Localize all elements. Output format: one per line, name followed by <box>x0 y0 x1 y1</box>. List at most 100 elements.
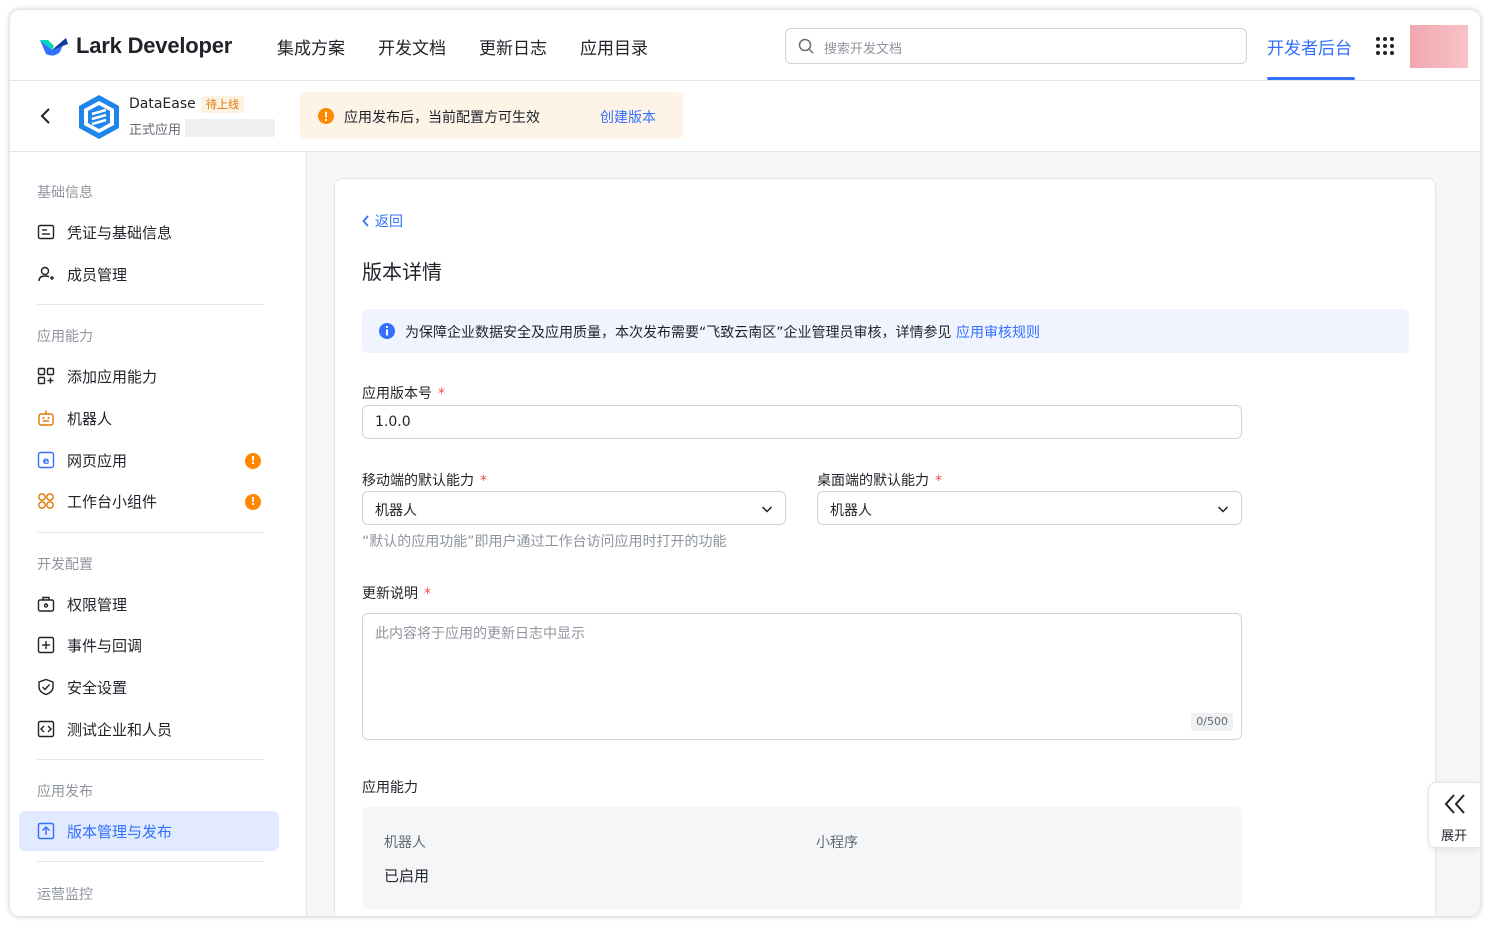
default-capability-hint: “默认的应用功能”即用户通过工作台访问应用时打开的功能 <box>362 534 727 550</box>
desktop-default-label: 桌面端的默认能力 * <box>817 473 942 489</box>
sidebar-divider <box>37 861 263 862</box>
capability-status: 已启用 <box>384 867 430 885</box>
back-label: 返回 <box>375 214 403 230</box>
user-avatar[interactable] <box>1410 25 1468 68</box>
back-link[interactable]: 返回 <box>362 211 403 231</box>
sidebar-item-label: 成员管理 <box>67 266 128 284</box>
upload-icon <box>37 822 55 840</box>
capability-name: 小程序 <box>816 835 858 851</box>
sidebar-item-members[interactable]: 成员管理 <box>19 254 279 294</box>
app-header: DataEase 待上线 正式应用 应用发布后，当前配置方可生效 创建版本 <box>10 81 1480 223</box>
sidebar-item-events[interactable]: 事件与回调 <box>19 625 279 665</box>
notice-text: 应用发布后，当前配置方可生效 <box>344 110 540 126</box>
release-notes-textarea[interactable]: 此内容将于应用的更新日志中显示 0/500 <box>362 613 1242 740</box>
app-type: 正式应用 <box>129 123 182 138</box>
sidebar-item-label: 凭证与基础信息 <box>67 224 173 242</box>
sidebar-divider <box>37 759 263 760</box>
chevron-left-icon <box>362 215 369 227</box>
sidebar-item-test-users[interactable]: 测试企业和人员 <box>19 709 279 749</box>
search-input[interactable]: 搜索开发文档 <box>785 28 1247 64</box>
desktop-default-select[interactable]: 机器人 <box>817 491 1242 525</box>
apps-grid-icon[interactable] <box>1375 36 1395 56</box>
redacted-app-id <box>185 119 275 137</box>
web-app-icon: e <box>37 451 55 469</box>
char-counter: 0/500 <box>1191 713 1233 731</box>
sidebar-section-monitoring: 运营监控 <box>37 887 93 903</box>
nav-solutions[interactable]: 集成方案 <box>277 34 345 59</box>
sidebar-item-credentials[interactable]: 凭证与基础信息 <box>19 212 279 252</box>
shield-icon <box>38 678 54 696</box>
widget-icon <box>38 493 54 509</box>
info-text: 为保障企业数据安全及应用质量，本次发布需要“飞致云南区”企业管理员审核，详情参见 <box>405 325 952 341</box>
version-value: 1.0.0 <box>375 414 411 430</box>
app-icon <box>79 95 119 139</box>
app-name: DataEase <box>129 96 196 112</box>
double-chevron-left-icon <box>1444 794 1465 814</box>
active-tab-indicator <box>1267 77 1355 80</box>
sidebar-item-add-capability[interactable]: 添加应用能力 <box>19 356 279 396</box>
sidebar-item-version-publish[interactable]: 版本管理与发布 <box>19 811 279 851</box>
sidebar-item-label: 工作台小组件 <box>67 493 158 511</box>
sidebar-item-label: 安全设置 <box>67 679 128 697</box>
nav-changelog[interactable]: 更新日志 <box>479 34 547 59</box>
member-icon <box>38 266 54 282</box>
sidebar-item-web-app[interactable]: e 网页应用 ! <box>19 440 279 480</box>
sidebar-item-label: 机器人 <box>67 410 113 428</box>
sidebar-item-label: 添加应用能力 <box>67 368 158 386</box>
test-icon <box>37 720 55 738</box>
capability-summary: 机器人 已启用 小程序 <box>362 807 1242 909</box>
developer-console-link[interactable]: 开发者后台 <box>1267 34 1352 59</box>
sidebar-item-label: 网页应用 <box>67 452 128 470</box>
chevron-down-icon <box>1217 506 1229 513</box>
version-label: 应用版本号 * <box>362 386 445 402</box>
sidebar-section-dev-config: 开发配置 <box>37 557 93 573</box>
capability-section-label: 应用能力 <box>362 780 418 796</box>
capability-name: 机器人 <box>384 835 426 851</box>
sidebar-item-label: 版本管理与发布 <box>67 823 173 841</box>
sidebar-section-basic: 基础信息 <box>37 185 93 201</box>
nav-docs[interactable]: 开发文档 <box>378 34 446 59</box>
status-badge: 待上线 <box>201 96 244 113</box>
search-icon <box>798 38 814 54</box>
sidebar-section-capability: 应用能力 <box>37 329 93 345</box>
sidebar-divider <box>37 532 263 533</box>
sidebar-item-label: 权限管理 <box>67 596 128 614</box>
robot-icon <box>38 410 54 426</box>
page-title: 版本详情 <box>362 260 442 284</box>
top-navigation-bar: Lark Developer 集成方案 开发文档 更新日志 应用目录 搜索开发文… <box>10 10 1480 81</box>
create-version-link[interactable]: 创建版本 <box>600 107 656 127</box>
brand-name: Lark Developer <box>76 33 233 58</box>
sidebar-item-robot[interactable]: 机器人 <box>19 398 279 438</box>
back-arrow-icon[interactable] <box>38 106 54 126</box>
sidebar-item-widget[interactable]: 工作台小组件 ! <box>19 481 279 521</box>
publish-notice: 应用发布后，当前配置方可生效 创建版本 <box>300 92 683 139</box>
desktop-default-value: 机器人 <box>830 503 872 519</box>
lark-logo-icon <box>40 38 68 56</box>
mobile-default-label: 移动端的默认能力 * <box>362 473 487 489</box>
warning-badge: ! <box>245 453 261 469</box>
expand-label: 展开 <box>1441 829 1468 844</box>
review-rules-link[interactable]: 应用审核规则 <box>956 325 1040 341</box>
sidebar-item-label: 测试企业和人员 <box>67 721 173 739</box>
credential-icon <box>37 224 55 240</box>
mobile-default-select[interactable]: 机器人 <box>362 491 786 525</box>
warning-icon <box>318 108 334 124</box>
nav-app-directory[interactable]: 应用目录 <box>580 34 648 59</box>
chevron-down-icon <box>761 506 773 513</box>
release-notes-placeholder: 此内容将于应用的更新日志中显示 <box>375 626 585 642</box>
release-notes-label: 更新说明 * <box>362 586 431 602</box>
version-input[interactable]: 1.0.0 <box>362 405 1242 439</box>
svg-text:e: e <box>43 456 50 467</box>
sidebar-item-security[interactable]: 安全设置 <box>19 667 279 707</box>
mobile-default-value: 机器人 <box>375 503 417 519</box>
sidebar: 基础信息 凭证与基础信息 成员管理 应用能力 添加应用能力 机器人 e 网页应用… <box>10 152 307 916</box>
add-capability-icon <box>37 367 55 385</box>
permission-icon <box>37 596 55 612</box>
sidebar-item-label: 事件与回调 <box>67 637 143 655</box>
sidebar-divider <box>37 304 263 305</box>
sidebar-item-permissions[interactable]: 权限管理 <box>19 584 279 624</box>
expand-panel-button[interactable]: 展开 <box>1428 782 1480 848</box>
sidebar-section-publish: 应用发布 <box>37 784 93 800</box>
brand-logo[interactable]: Lark Developer <box>38 32 232 60</box>
app-window: Lark Developer 集成方案 开发文档 更新日志 应用目录 搜索开发文… <box>10 10 1480 916</box>
